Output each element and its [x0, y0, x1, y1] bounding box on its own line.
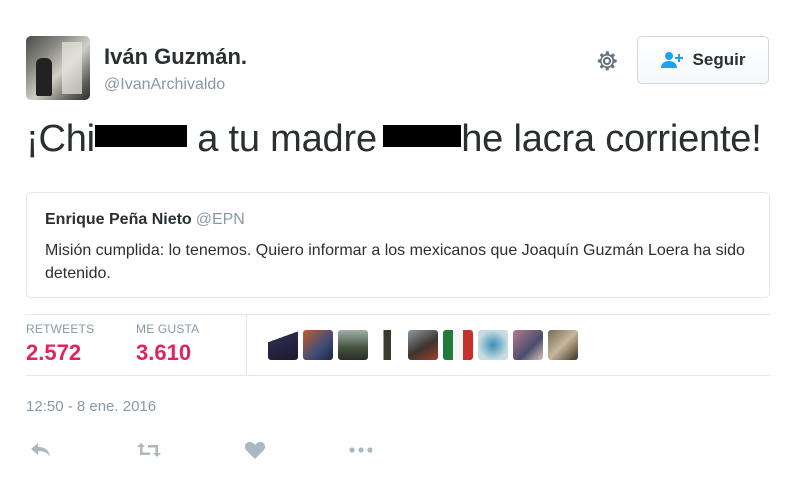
more-icon	[349, 447, 373, 453]
retweets-count: 2.572	[26, 340, 82, 365]
quoted-tweet-text: Misión cumplida: lo tenemos. Quiero info…	[45, 242, 745, 282]
liker-avatar[interactable]	[303, 330, 333, 360]
liker-avatar[interactable]	[268, 330, 298, 360]
tweet-text-part: ¡Chi	[26, 118, 95, 160]
liker-avatar[interactable]	[408, 330, 438, 360]
add-user-icon	[660, 52, 683, 68]
author-handle[interactable]: @IvanArchivaldo	[104, 76, 225, 94]
more-button[interactable]	[348, 438, 374, 462]
retweets-stat[interactable]: RETWEETS 2.572	[26, 322, 94, 366]
avatar-detail	[62, 42, 82, 94]
liker-avatar[interactable]	[338, 330, 368, 360]
likes-stat[interactable]: ME GUSTA 3.610	[136, 322, 199, 366]
reply-button[interactable]	[28, 438, 54, 462]
liker-avatar[interactable]	[443, 330, 473, 360]
retweet-button[interactable]	[136, 438, 162, 462]
divider	[26, 375, 770, 376]
quoted-tweet[interactable]: Enrique Peña Nieto @EPN Misión cumplida: …	[26, 192, 770, 298]
follow-button[interactable]: Seguir	[637, 36, 769, 84]
quoted-tweet-header: Enrique Peña Nieto @EPN	[45, 211, 245, 229]
liker-avatar[interactable]	[548, 330, 578, 360]
avatar-figure	[36, 58, 52, 96]
redaction-bar	[383, 125, 462, 147]
tweet-text: ¡Chi a tu madre he lacra corriente!	[26, 118, 762, 161]
reply-icon	[31, 443, 50, 457]
likes-label: ME GUSTA	[136, 322, 200, 336]
likes-count: 3.610	[136, 340, 192, 365]
quoted-author-handle: @EPN	[195, 211, 245, 228]
follow-button-label: Seguir	[692, 50, 746, 69]
redaction-bar	[94, 125, 187, 147]
likers-avatars	[268, 330, 578, 360]
quoted-author-name: Enrique Peña Nieto	[45, 211, 192, 228]
retweet-icon	[137, 443, 161, 457]
tweet-text-part: he lacra corriente!	[461, 118, 762, 160]
divider	[26, 314, 770, 315]
retweets-label: RETWEETS	[26, 322, 95, 336]
author-avatar[interactable]	[26, 36, 90, 100]
liker-avatar[interactable]	[478, 330, 508, 360]
stats-separator	[246, 315, 247, 375]
like-button[interactable]	[242, 438, 268, 462]
liker-avatar[interactable]	[373, 330, 403, 360]
gear-icon[interactable]	[594, 48, 620, 74]
author-name[interactable]: Iván Guzmán.	[104, 44, 247, 70]
like-icon	[244, 441, 266, 459]
tweet-text-part: a tu madre	[186, 118, 388, 160]
liker-avatar[interactable]	[513, 330, 543, 360]
tweet-timestamp[interactable]: 12:50 - 8 ene. 2016	[26, 398, 156, 415]
